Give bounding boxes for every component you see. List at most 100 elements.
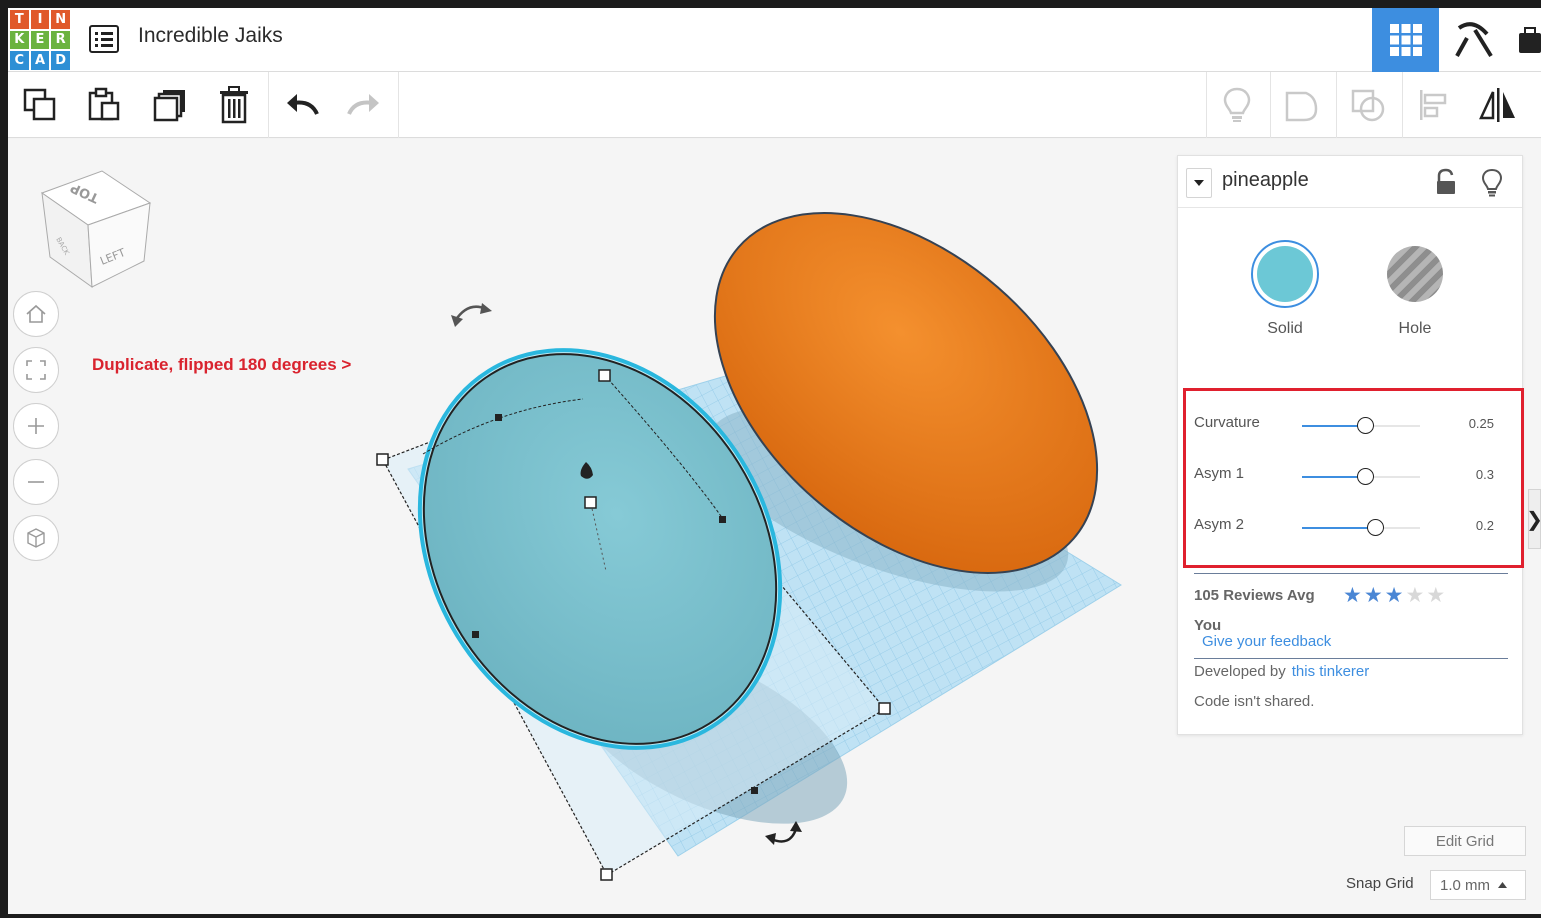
caret-up-icon — [1498, 882, 1508, 888]
align-button[interactable] — [1414, 85, 1454, 125]
snap-grid-label: Snap Grid — [1346, 875, 1414, 892]
lessons-view-button[interactable] — [1508, 8, 1541, 72]
caret-down-icon — [1194, 180, 1204, 186]
undo-button[interactable] — [282, 85, 322, 125]
param-label: Curvature — [1194, 414, 1260, 431]
delete-icon — [220, 86, 248, 124]
slider-fill — [1302, 527, 1376, 529]
star-icon[interactable]: ★ — [1426, 585, 1445, 606]
logo-letter: K — [10, 30, 29, 50]
star-icon[interactable]: ★ — [1364, 585, 1383, 606]
mirror-button[interactable] — [1478, 85, 1518, 125]
tinkercad-logo[interactable]: TIN KER CAD — [10, 10, 70, 70]
3d-design-view-button[interactable] — [1372, 8, 1439, 72]
star-icon[interactable]: ★ — [1405, 585, 1424, 606]
grid-icon — [1389, 24, 1422, 56]
panel-expand-tab[interactable]: ❯ — [1526, 489, 1541, 549]
snap-grid-value: 1.0 mm — [1440, 876, 1491, 894]
reviews-summary: 105 Reviews Avg — [1194, 587, 1315, 604]
developed-by-line: Developed by this tinkerer — [1194, 663, 1369, 680]
list-icon[interactable] — [88, 24, 120, 54]
slider-knob[interactable] — [1356, 417, 1374, 434]
notes-button[interactable] — [1217, 85, 1257, 125]
star-icon[interactable]: ★ — [1385, 585, 1404, 606]
annotation-text: Duplicate, flipped 180 degrees > — [92, 355, 352, 374]
param-label: Asym 2 — [1194, 516, 1245, 533]
toolbar-divider — [1336, 72, 1337, 138]
logo-letter: C — [10, 51, 29, 70]
copy-button[interactable] — [20, 85, 60, 125]
logo-letter: R — [51, 30, 70, 50]
rotate-handle-icon[interactable] — [451, 303, 492, 327]
chevron-icon: ❯ — [1526, 507, 1541, 531]
slider-knob[interactable] — [1367, 519, 1385, 536]
rating-stars[interactable]: ★ ★ ★ ★ ★ — [1343, 585, 1445, 606]
group-button[interactable] — [1282, 85, 1322, 125]
divider — [1194, 573, 1508, 574]
param-slider[interactable] — [1302, 417, 1420, 434]
param-label: Asym 1 — [1194, 465, 1245, 482]
param-slider[interactable] — [1302, 519, 1420, 536]
zoom-out-button[interactable] — [13, 459, 59, 505]
duplicate-button[interactable] — [150, 85, 190, 125]
align-icon — [1420, 90, 1447, 120]
snap-grid-select[interactable]: 1.0 mm — [1430, 870, 1526, 900]
home-view-button[interactable] — [13, 291, 59, 337]
give-feedback-link[interactable]: Give your feedback — [1202, 633, 1331, 650]
fit-icon — [26, 360, 46, 380]
mirror-icon — [1479, 88, 1515, 122]
toolbar-divider — [1270, 72, 1271, 138]
slider-knob[interactable] — [1356, 468, 1374, 485]
developer-link[interactable]: this tinkerer — [1292, 663, 1370, 680]
tinkercad-window: TINKERCAD Incredible Jaiks TOP LEFT BACK… — [8, 8, 1541, 914]
logo-letter: T — [10, 10, 29, 29]
shape-inspector-panel: pineapple Solid Hole Curvature 0.25 Asym 1… — [1177, 155, 1524, 735]
hole-label: Hole — [1398, 320, 1432, 337]
collapse-panel-button[interactable] — [1186, 168, 1212, 198]
param-value[interactable]: 0.3 — [1476, 467, 1494, 482]
toolbar-divider — [1402, 72, 1403, 138]
pickaxe-icon — [1454, 22, 1493, 58]
you-label: You — [1194, 617, 1222, 634]
blocks-view-button[interactable] — [1440, 8, 1507, 72]
logo-letter: D — [51, 51, 70, 70]
solid-color-swatch[interactable] — [1251, 240, 1319, 308]
edit-grid-button[interactable]: Edit Grid — [1404, 826, 1526, 856]
hole-group-button[interactable] — [1348, 85, 1388, 125]
param-row: Curvature 0.25 — [1194, 414, 1504, 438]
view-cube[interactable]: TOP LEFT BACK — [36, 169, 156, 289]
lightbulb-icon[interactable] — [1480, 168, 1504, 198]
redo-icon — [347, 94, 379, 115]
toolbar-divider — [268, 72, 269, 138]
panel-header: pineapple — [1178, 156, 1522, 208]
rotate-handle-icon[interactable] — [765, 821, 802, 845]
perspective-button[interactable] — [13, 515, 59, 561]
param-row: Asym 1 0.3 — [1194, 465, 1504, 489]
group-icon — [1285, 91, 1318, 122]
star-icon[interactable]: ★ — [1343, 585, 1362, 606]
zoom-in-button[interactable] — [13, 403, 59, 449]
solid-label: Solid — [1267, 320, 1303, 337]
notes-icon — [1223, 87, 1251, 122]
paste-icon — [88, 87, 120, 121]
toolbar-divider — [398, 72, 399, 138]
delete-button[interactable] — [214, 85, 254, 125]
shape-name[interactable]: pineapple — [1222, 169, 1309, 192]
hole-swatch[interactable] — [1381, 240, 1449, 308]
workplane-viewport[interactable]: TOP LEFT BACK Duplicate, flipped 180 deg… — [8, 139, 1541, 914]
design-title[interactable]: Incredible Jaiks — [138, 24, 283, 48]
param-value[interactable]: 0.25 — [1469, 416, 1494, 431]
duplicate-icon — [153, 90, 185, 122]
param-slider[interactable] — [1302, 468, 1420, 485]
zoom-out-icon — [28, 481, 44, 483]
param-value[interactable]: 0.2 — [1476, 518, 1494, 533]
paste-button[interactable] — [84, 85, 124, 125]
copy-icon — [23, 88, 56, 121]
lock-icon[interactable] — [1434, 168, 1458, 196]
fit-view-button[interactable] — [13, 347, 59, 393]
slider-fill — [1302, 425, 1365, 427]
logo-letter: N — [51, 10, 70, 29]
zoom-in-icon — [28, 418, 44, 434]
edit-toolbar — [8, 72, 1541, 138]
redo-button[interactable] — [344, 85, 384, 125]
